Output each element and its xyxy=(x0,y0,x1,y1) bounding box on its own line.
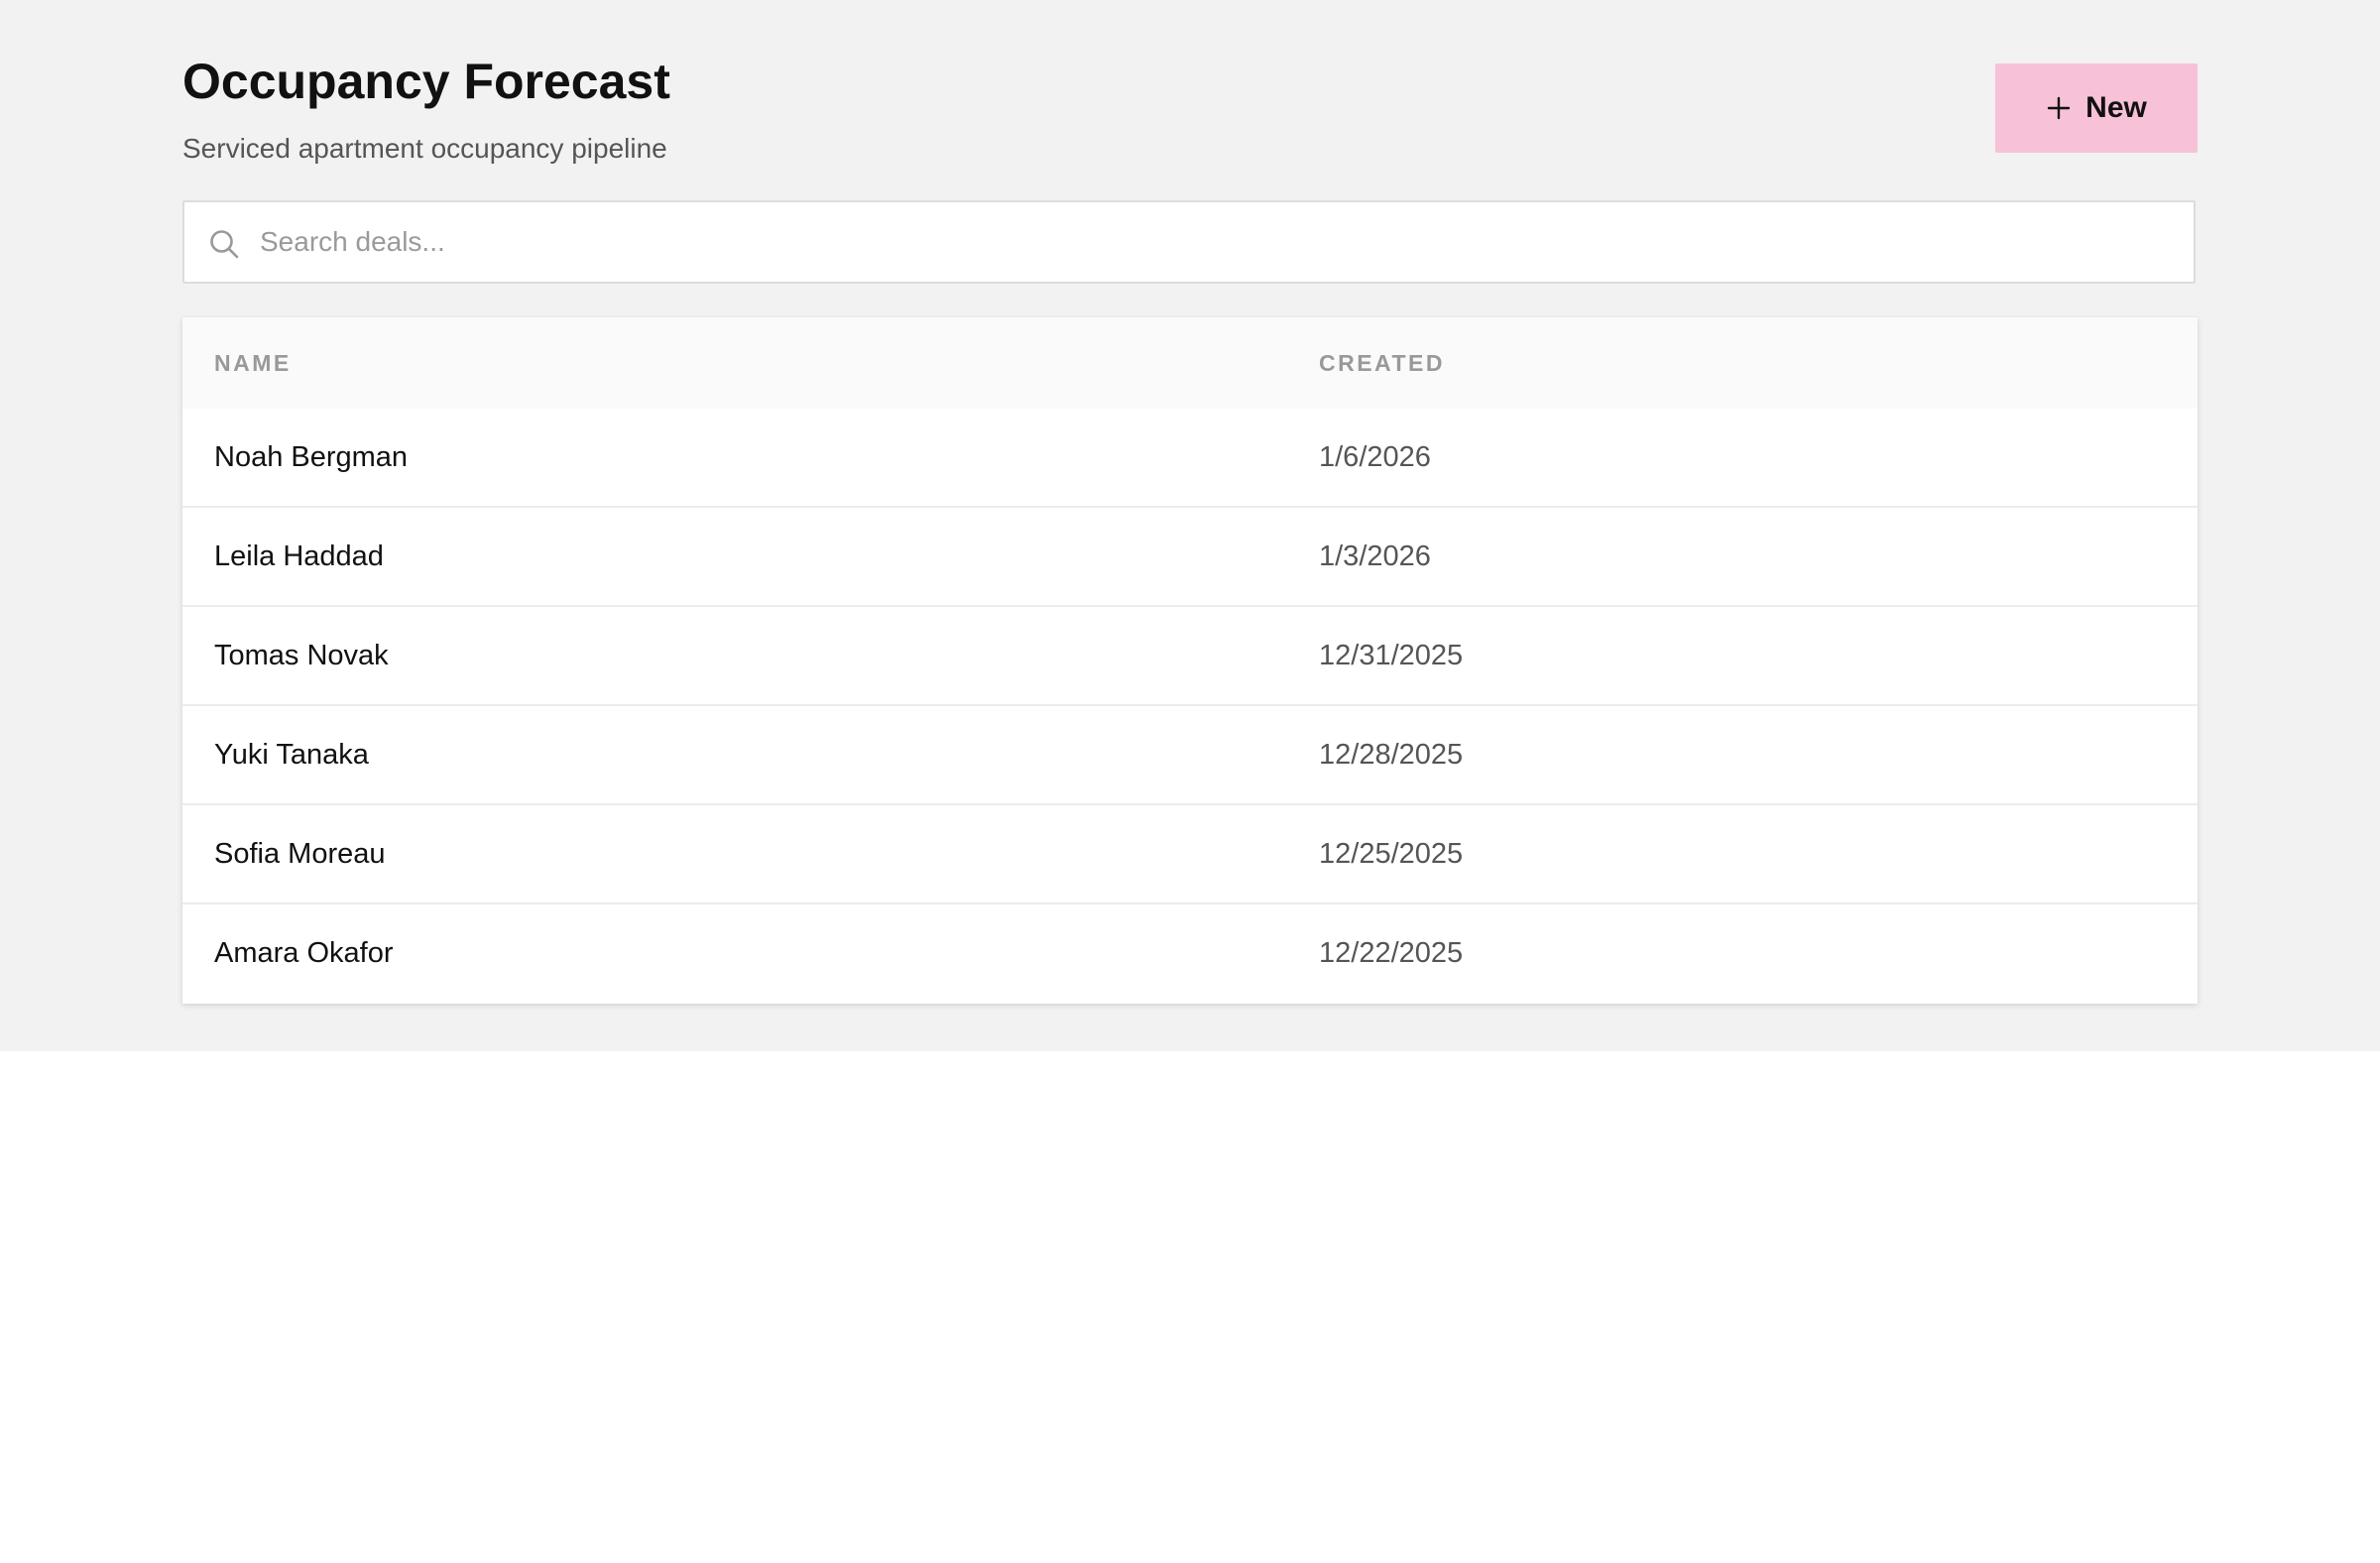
search-icon xyxy=(208,228,240,260)
column-header-name[interactable]: NAME xyxy=(214,317,292,409)
table-row[interactable]: Noah Bergman 1/6/2026 xyxy=(182,409,2198,508)
row-name: Sofia Moreau xyxy=(214,838,386,870)
page-area: Occupancy Forecast Serviced apartment oc… xyxy=(0,0,2380,1051)
page-title: Occupancy Forecast xyxy=(182,54,670,109)
table-row[interactable]: Amara Okafor 12/22/2025 xyxy=(182,904,2198,1004)
table-row[interactable]: Yuki Tanaka 12/28/2025 xyxy=(182,706,2198,805)
search-box[interactable] xyxy=(182,200,2196,284)
row-created-date: 12/22/2025 xyxy=(1319,937,1464,969)
plus-icon xyxy=(2046,95,2072,121)
table-row[interactable]: Sofia Moreau 12/25/2025 xyxy=(182,805,2198,904)
row-name: Leila Haddad xyxy=(214,541,384,572)
table-row[interactable]: Tomas Novak 12/31/2025 xyxy=(182,607,2198,706)
row-created-date: 12/28/2025 xyxy=(1319,739,1464,771)
table-row[interactable]: Leila Haddad 1/3/2026 xyxy=(182,508,2198,607)
row-created-date: 12/25/2025 xyxy=(1319,838,1464,870)
row-name: Amara Okafor xyxy=(214,937,394,969)
row-name: Yuki Tanaka xyxy=(214,739,369,771)
search-input[interactable] xyxy=(260,202,2164,282)
new-button-label: New xyxy=(2085,91,2147,124)
page-subtitle: Serviced apartment occupancy pipeline xyxy=(182,133,667,164)
deals-table: NAME CREATED Noah Bergman 1/6/2026 Leila… xyxy=(182,317,2198,1004)
row-created-date: 1/3/2026 xyxy=(1319,541,1431,572)
table-header: NAME CREATED xyxy=(182,317,2198,409)
new-button[interactable]: New xyxy=(1995,63,2198,153)
row-created-date: 1/6/2026 xyxy=(1319,441,1431,473)
row-created-date: 12/31/2025 xyxy=(1319,640,1464,671)
row-name: Noah Bergman xyxy=(214,441,409,473)
row-name: Tomas Novak xyxy=(214,640,389,671)
column-header-created[interactable]: CREATED xyxy=(1319,317,1445,409)
